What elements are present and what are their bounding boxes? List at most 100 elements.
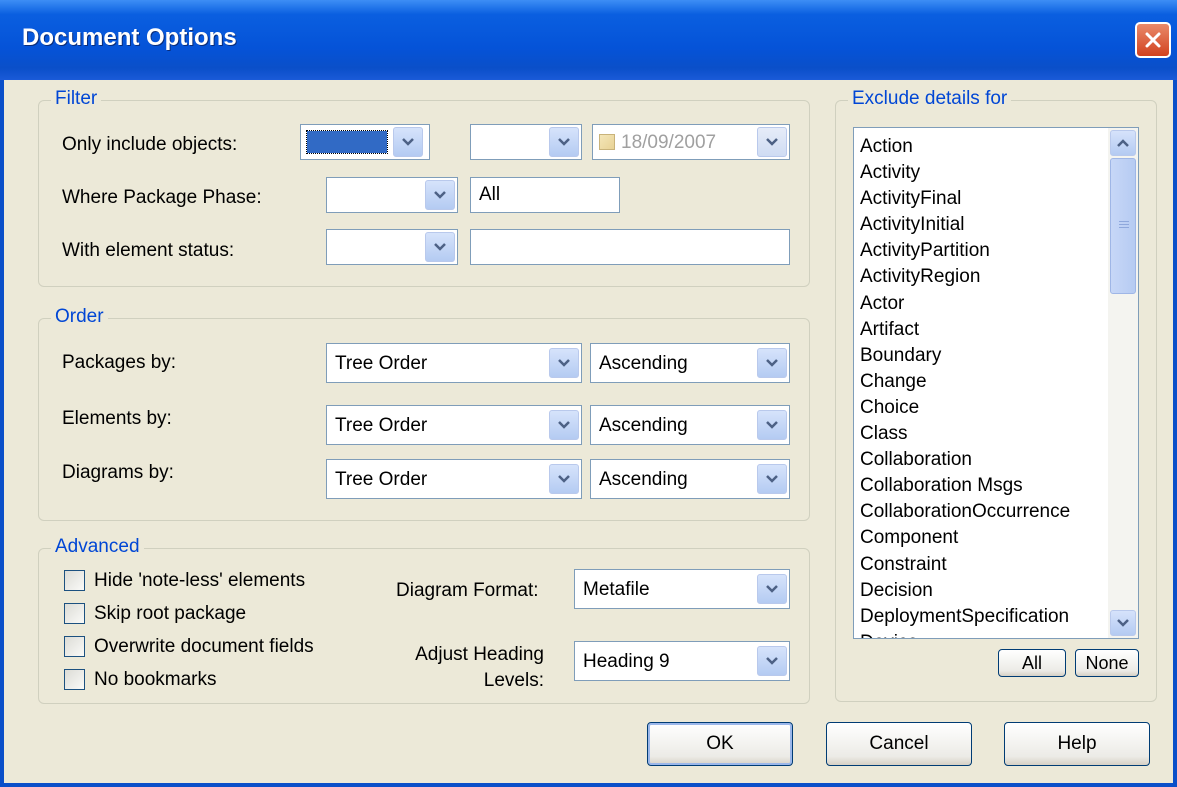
status-operator-combo[interactable]	[326, 229, 458, 265]
diagrams-by-label: Diagrams by:	[62, 462, 174, 483]
list-item[interactable]: Choice	[860, 395, 1070, 421]
chevron-down-icon	[766, 657, 778, 665]
date-picker[interactable]: 18/09/2007	[592, 124, 790, 160]
filter-legend: Filter	[51, 88, 102, 110]
heading-label-line1: Adjust Heading	[415, 644, 544, 665]
list-item[interactable]: Artifact	[860, 317, 1070, 343]
list-item[interactable]: Device	[860, 630, 1070, 638]
date-checkbox[interactable]	[599, 134, 615, 150]
chevron-down-icon	[434, 191, 446, 199]
chevron-up-icon	[1117, 139, 1129, 147]
diagrams-order-value: Tree Order	[335, 469, 428, 490]
list-item[interactable]: ActivityFinal	[860, 186, 1070, 212]
scroll-down-button[interactable]	[1110, 610, 1136, 636]
vertical-scrollbar[interactable]	[1108, 128, 1138, 638]
phase-input[interactable]: All	[470, 177, 620, 213]
chevron-down-icon	[558, 421, 570, 429]
list-item[interactable]: Collaboration	[860, 447, 1070, 473]
hide-noteless-checkbox[interactable]	[64, 570, 85, 591]
status-label: With element status:	[62, 240, 235, 261]
diagram-format-value: Metafile	[583, 579, 650, 600]
exclude-legend: Exclude details for	[848, 88, 1012, 110]
skip-root-checkbox[interactable]	[64, 603, 85, 624]
hide-noteless-label: Hide 'note-less' elements	[94, 570, 306, 591]
diagrams-order-combo[interactable]: Tree Order	[326, 459, 582, 499]
ok-button[interactable]: OK	[647, 722, 793, 766]
window-frame-left	[0, 80, 4, 787]
title-bar: Document Options	[0, 0, 1177, 80]
dropdown-button[interactable]	[393, 127, 423, 157]
select-all-button[interactable]: All	[998, 649, 1066, 677]
list-item[interactable]: Change	[860, 369, 1070, 395]
elements-direction-combo[interactable]: Ascending	[590, 405, 790, 445]
dropdown-button[interactable]	[757, 464, 787, 494]
overwrite-fields-checkbox[interactable]	[64, 636, 85, 657]
list-item[interactable]: Class	[860, 421, 1070, 447]
select-none-button[interactable]: None	[1075, 649, 1139, 677]
packages-direction-value: Ascending	[599, 353, 688, 374]
diagram-format-label: Diagram Format:	[396, 580, 539, 601]
chevron-down-icon	[1117, 619, 1129, 627]
status-input[interactable]	[470, 229, 790, 265]
only-include-label: Only include objects:	[62, 134, 238, 155]
only-include-selection	[306, 130, 388, 154]
list-item[interactable]: Boundary	[860, 343, 1070, 369]
scroll-up-button[interactable]	[1110, 130, 1136, 156]
packages-direction-combo[interactable]: Ascending	[590, 343, 790, 383]
date-operator-combo[interactable]	[470, 124, 582, 160]
scroll-thumb[interactable]	[1110, 158, 1136, 294]
dropdown-button[interactable]	[757, 574, 787, 604]
chevron-down-icon	[434, 243, 446, 251]
packages-order-combo[interactable]: Tree Order	[326, 343, 582, 383]
list-item[interactable]: CollaborationOccurrence	[860, 499, 1070, 525]
list-item[interactable]: Action	[860, 134, 1070, 160]
list-item[interactable]: ActivityInitial	[860, 212, 1070, 238]
dropdown-button[interactable]	[549, 127, 579, 157]
list-item[interactable]: Component	[860, 525, 1070, 551]
list-item[interactable]: Constraint	[860, 552, 1070, 578]
dropdown-button[interactable]	[757, 410, 787, 440]
phase-operator-combo[interactable]	[326, 177, 458, 213]
heading-label-line2: Levels:	[483, 670, 544, 691]
diagrams-direction-combo[interactable]: Ascending	[590, 459, 790, 499]
list-item[interactable]: ActivityRegion	[860, 264, 1070, 290]
chevron-down-icon	[766, 421, 778, 429]
chevron-down-icon	[558, 359, 570, 367]
packages-by-label: Packages by:	[62, 352, 177, 373]
cancel-button[interactable]: Cancel	[826, 722, 972, 766]
advanced-legend: Advanced	[51, 536, 144, 558]
dropdown-button[interactable]	[549, 410, 579, 440]
overwrite-fields-label: Overwrite document fields	[94, 636, 314, 657]
calendar-dropdown-button[interactable]	[757, 127, 787, 157]
help-button[interactable]: Help	[1004, 722, 1150, 766]
close-button[interactable]	[1135, 22, 1171, 58]
list-item[interactable]: Decision	[860, 578, 1070, 604]
chevron-down-icon	[766, 359, 778, 367]
dropdown-button[interactable]	[425, 232, 455, 262]
elements-order-combo[interactable]: Tree Order	[326, 405, 582, 445]
chevron-down-icon	[766, 475, 778, 483]
diagram-format-combo[interactable]: Metafile	[574, 569, 790, 609]
date-value: 18/09/2007	[621, 132, 717, 153]
dropdown-button[interactable]	[757, 348, 787, 378]
dropdown-button[interactable]	[549, 348, 579, 378]
exclude-items: Action Activity ActivityFinal ActivityIniti…	[860, 134, 1070, 638]
window-frame-right	[1173, 80, 1177, 787]
dropdown-button[interactable]	[549, 464, 579, 494]
chevron-down-icon	[766, 138, 778, 146]
dropdown-button[interactable]	[425, 180, 455, 210]
dropdown-button[interactable]	[757, 646, 787, 676]
list-item[interactable]: Actor	[860, 291, 1070, 317]
exclude-listbox[interactable]: Action Activity ActivityFinal ActivityIniti…	[853, 127, 1139, 639]
list-item[interactable]: DeploymentSpecification	[860, 604, 1070, 630]
heading-levels-combo[interactable]: Heading 9	[574, 641, 790, 681]
window-frame-bottom	[0, 783, 1177, 787]
list-item[interactable]: Activity	[860, 160, 1070, 186]
phase-label: Where Package Phase:	[62, 187, 262, 208]
no-bookmarks-checkbox[interactable]	[64, 669, 85, 690]
close-icon	[1145, 32, 1161, 48]
order-legend: Order	[51, 306, 108, 328]
only-include-combo[interactable]	[300, 124, 430, 160]
list-item[interactable]: ActivityPartition	[860, 238, 1070, 264]
list-item[interactable]: Collaboration Msgs	[860, 473, 1070, 499]
